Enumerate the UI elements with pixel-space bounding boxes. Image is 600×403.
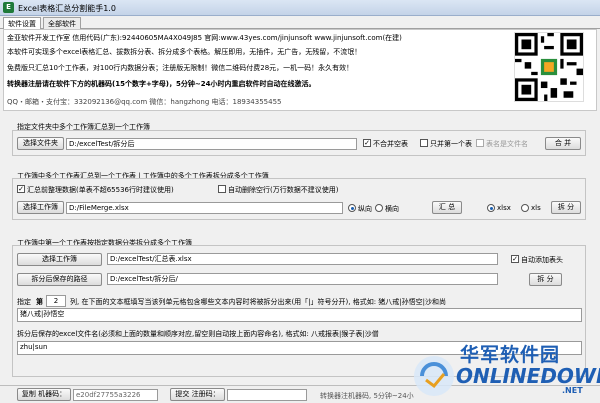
split-sheets-button[interactable]: 拆 分 bbox=[551, 201, 581, 214]
merge-button[interactable]: 合 并 bbox=[545, 137, 581, 150]
horizontal-radio[interactable] bbox=[375, 204, 383, 212]
delete-blank-label: 自动删除空行(万行数据不建议使用) bbox=[228, 186, 339, 194]
tab-bar: 软件设置 全部软件 bbox=[0, 16, 600, 29]
info-line-5: QQ・邮箱・支付宝：332092136@qq.com 微信：hangzhong … bbox=[7, 98, 282, 106]
info-line-2: 本软件可实现多个excel表格汇总、拔数拆分表、拆分成多个表格。解压即用，无插件… bbox=[7, 48, 362, 56]
sheetname-checkbox[interactable] bbox=[476, 139, 484, 147]
filename-description: 拆分后保存的excel文件名(必须和上面的数量和顺序对应,留空则自动按上面内容命… bbox=[17, 330, 379, 338]
info-line-1: 金亚软件开发工作室 信用代码(广东):92440605MA4X049J85 官网… bbox=[7, 34, 402, 42]
save-path-input[interactable]: D:/excelTest/拆分后/ bbox=[107, 273, 498, 285]
auto-header-checkbox[interactable]: ✓ bbox=[511, 255, 519, 263]
info-panel: 金亚软件开发工作室 信用代码(广东):92440605MA4X049J85 官网… bbox=[3, 29, 597, 111]
xlsx-radio[interactable] bbox=[487, 204, 495, 212]
xlsx-label: xlsx bbox=[497, 204, 511, 212]
watermark: 华军软件园 ONLINEDOWN .NET bbox=[412, 336, 600, 403]
source-workbook-input[interactable]: D:/excelTest/汇总表.xlsx bbox=[107, 253, 498, 265]
app-icon: E bbox=[3, 2, 14, 13]
submit-reg-code-button[interactable]: 提交 注册码： bbox=[170, 388, 225, 401]
column-number-input[interactable]: 2 bbox=[46, 295, 66, 307]
dedup-checkbox[interactable]: ✓ bbox=[17, 185, 25, 193]
status-hint: 转换器注机器码, 5分钟~24小 bbox=[320, 392, 414, 400]
first-sheet-only-label: 只并第一个表 bbox=[430, 140, 472, 148]
select-folder-button[interactable]: 选择文件夹 bbox=[17, 137, 64, 150]
title-bar: E Excel表格汇总分割能手1.0 bbox=[0, 0, 600, 16]
folder-path-input[interactable]: D:/excelTest/拆分后 bbox=[66, 138, 357, 150]
first-sheet-only-checkbox[interactable] bbox=[420, 139, 428, 147]
xls-label: xls bbox=[531, 204, 541, 212]
watermark-cn: 华军软件园 bbox=[460, 344, 561, 366]
save-path-button[interactable]: 拆分后保存的路径 bbox=[17, 273, 102, 286]
window-title: Excel表格汇总分割能手1.0 bbox=[18, 4, 116, 13]
tab-all-software[interactable]: 全部软件 bbox=[43, 17, 81, 29]
sheetname-label: 表名是文件名 bbox=[486, 140, 528, 148]
sum-button[interactable]: 汇 总 bbox=[432, 201, 462, 214]
vertical-radio[interactable] bbox=[348, 204, 356, 212]
spec-description: 列, 在下面的文本框填写当该列单元格包含哪些文本内容时将被拆分出来(用「|」符号… bbox=[70, 298, 447, 306]
no-merge-empty-checkbox[interactable]: ✓ bbox=[363, 139, 371, 147]
select-workbook-button[interactable]: 选择工作簿 bbox=[17, 201, 64, 214]
watermark-en: ONLINEDOWN bbox=[456, 364, 600, 388]
auto-header-label: 自动添加表头 bbox=[521, 256, 563, 264]
select-source-workbook-button[interactable]: 选择工作簿 bbox=[17, 253, 102, 266]
workbook-path-input[interactable]: D:/FileMerge.xlsx bbox=[66, 202, 343, 214]
spec-column-label: 第 bbox=[36, 298, 43, 306]
qr-code bbox=[514, 32, 584, 102]
split-values-textarea[interactable]: 猪八戒|孙悟空 bbox=[17, 308, 582, 322]
info-line-4: 转换器注册请在软件下方的机器码(15个数字+字母)，5分钟~24小时内重启软件时… bbox=[7, 80, 316, 88]
tab-settings[interactable]: 软件设置 bbox=[3, 17, 41, 29]
reg-code-input[interactable] bbox=[227, 389, 307, 401]
delete-blank-checkbox[interactable] bbox=[218, 185, 226, 193]
copy-machine-code-button[interactable]: 复制 机器码： bbox=[17, 388, 71, 401]
no-merge-empty-label: 不合并空表 bbox=[373, 140, 408, 148]
info-line-3: 免费版只汇总10个工作表，对100行内数据分表；注册版无限制！微信二维码付费28… bbox=[7, 64, 354, 72]
vertical-label: 纵向 bbox=[358, 205, 372, 213]
split-by-data-button[interactable]: 拆 分 bbox=[529, 273, 562, 286]
horizontal-label: 横向 bbox=[385, 205, 399, 213]
dedup-label: 汇总前整理数据(单表不超65536行时建议使用) bbox=[27, 186, 174, 194]
watermark-suffix: .NET bbox=[562, 386, 583, 395]
machine-code-input[interactable]: e20df27755a3226 bbox=[73, 389, 158, 401]
xls-radio[interactable] bbox=[521, 204, 529, 212]
spec-prefix: 指定 bbox=[17, 298, 31, 306]
